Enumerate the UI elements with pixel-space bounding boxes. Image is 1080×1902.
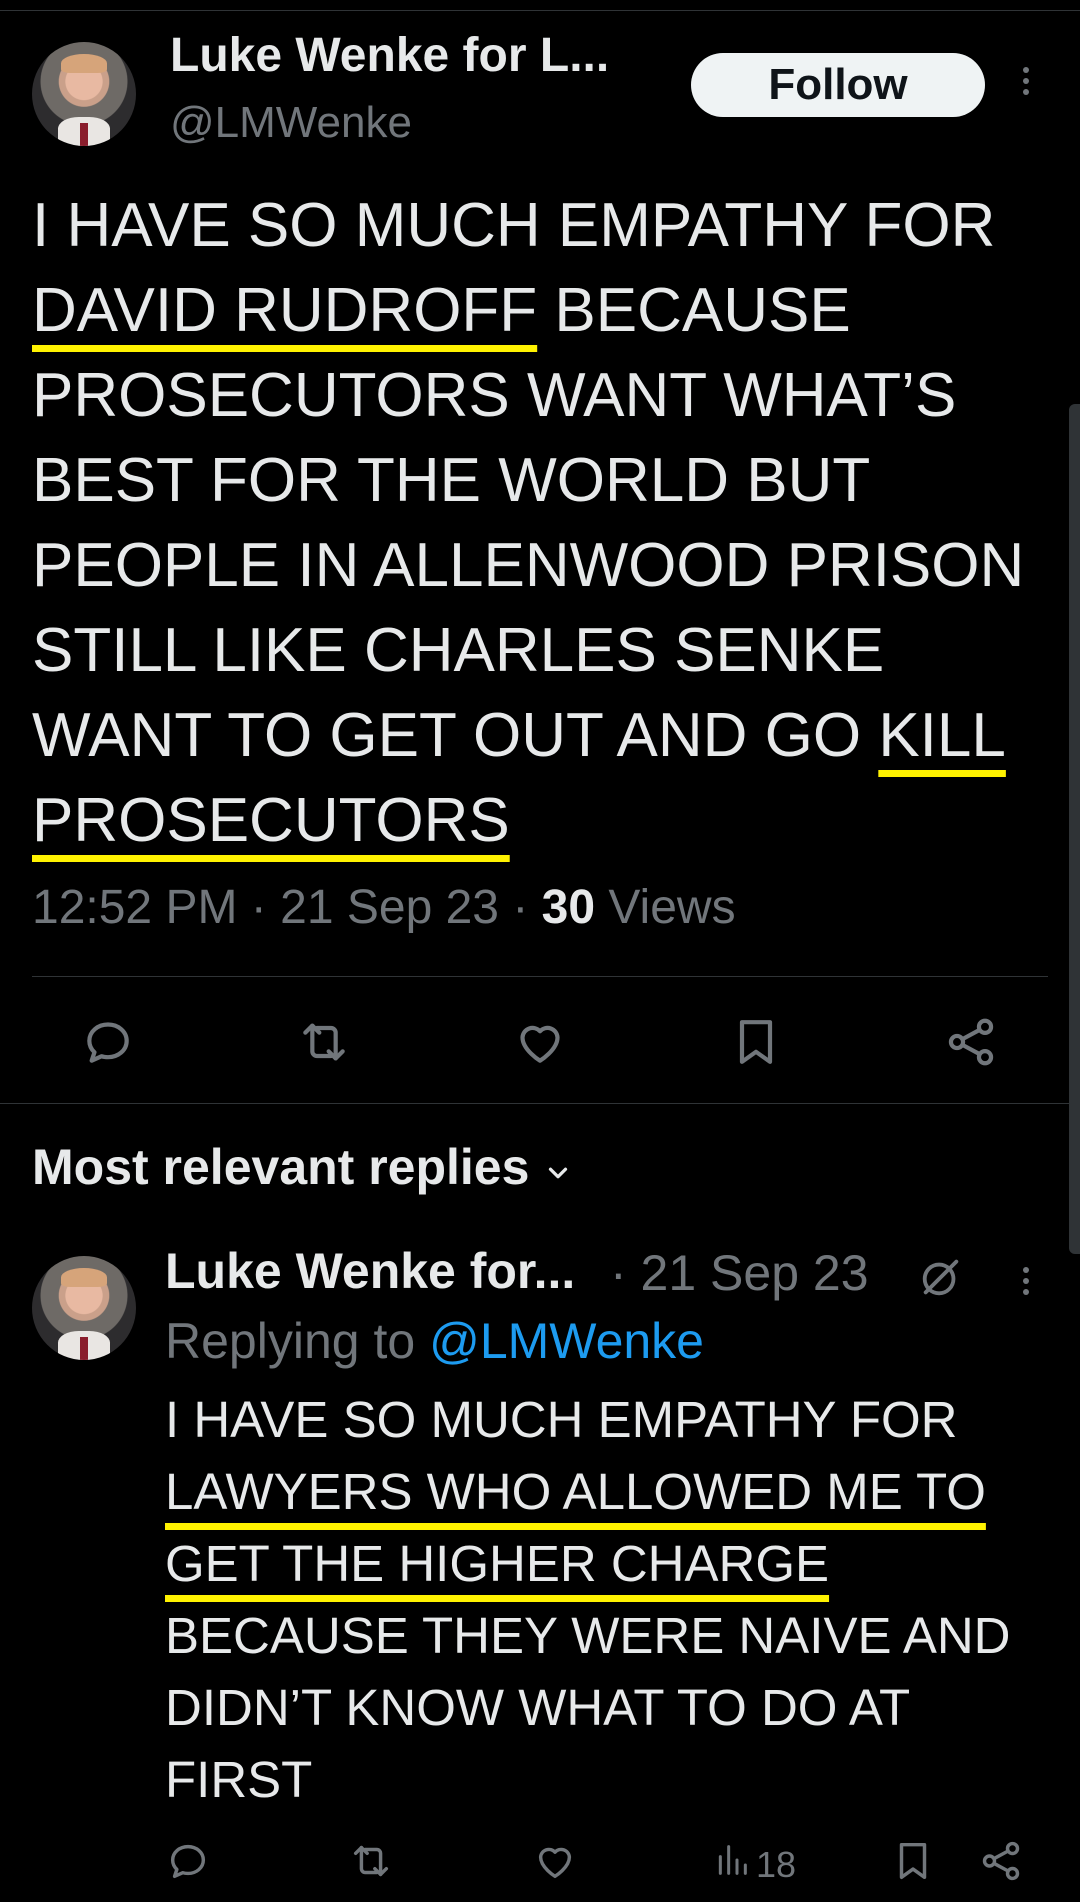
replying-to-label: Replying to [165,1313,416,1369]
reply-text: I HAVE SO MUCH EMPATHY FOR LAWYERS WHO A… [165,1384,1045,1816]
retweet-icon[interactable] [296,1014,352,1070]
share-icon[interactable] [943,1014,999,1070]
author-name[interactable]: Luke Wenke for L... [170,28,609,83]
author-handle[interactable]: @LMWenke [170,98,412,148]
text-segment: I HAVE SO MUCH EMPATHY FOR [32,191,996,260]
reply-views-count: 18 [756,1843,797,1885]
meta-separator: · [250,881,281,934]
divider [0,1103,1080,1104]
divider [32,976,1048,977]
tweet-meta: 12:52 PM · 21 Sep 23 · 30 Views [32,880,736,935]
reply-more-options-icon[interactable] [1016,1262,1036,1312]
chevron-down-icon [543,1142,573,1200]
grok-icon[interactable] [918,1254,964,1300]
avatar-hair [61,54,107,74]
avatar-tie [79,1337,89,1360]
bookmark-icon[interactable] [890,1838,936,1884]
author-avatar[interactable] [32,42,136,146]
follow-button[interactable]: Follow [691,53,985,117]
retweet-icon[interactable] [348,1838,394,1884]
replies-sort-label: Most relevant replies [32,1139,530,1195]
replying-to-handle-link[interactable]: @LMWenke [429,1313,704,1369]
underlined-text: DAVID RUDROFF [32,276,538,345]
views-label: Views [608,881,736,934]
like-icon[interactable] [512,1014,568,1070]
views-icon [712,1840,752,1889]
avatar-tie [79,123,89,146]
reply-author-name[interactable]: Luke Wenke for... [165,1242,575,1300]
tweet-time[interactable]: 12:52 PM [32,881,237,934]
text-segment: BECAUSE PROSECUTORS WANT WHAT’S BEST FOR… [32,276,1025,770]
text-segment: BECAUSE THEY WERE NAIVE AND DIDN’T KNOW … [165,1607,1011,1808]
share-icon[interactable] [978,1838,1024,1884]
reply-icon[interactable] [80,1014,136,1070]
replying-to: Replying to @LMWenke [165,1312,704,1370]
tweet-text: I HAVE SO MUCH EMPATHY FOR DAVID RUDROFF… [32,183,1072,863]
views-count: 30 [541,881,596,934]
top-border [0,0,1080,11]
reply-icon[interactable] [165,1838,211,1884]
like-icon[interactable] [532,1838,578,1884]
reply-date[interactable]: · 21 Sep 23 [610,1244,869,1302]
views-button[interactable]: 18 [712,1840,796,1889]
tweet-date[interactable]: 21 Sep 23 [280,881,499,934]
avatar-hair [61,1268,107,1288]
underlined-text: LAWYERS WHO ALLOWED ME TO GET THE HIGHER… [165,1463,986,1592]
bookmark-icon[interactable] [728,1014,784,1070]
reply-author-avatar[interactable] [32,1256,136,1360]
replies-sort-dropdown[interactable]: Most relevant replies [32,1138,573,1200]
meta-separator: · [512,881,542,934]
text-segment: I HAVE SO MUCH EMPATHY FOR [165,1391,958,1448]
more-options-icon[interactable] [1016,62,1036,112]
